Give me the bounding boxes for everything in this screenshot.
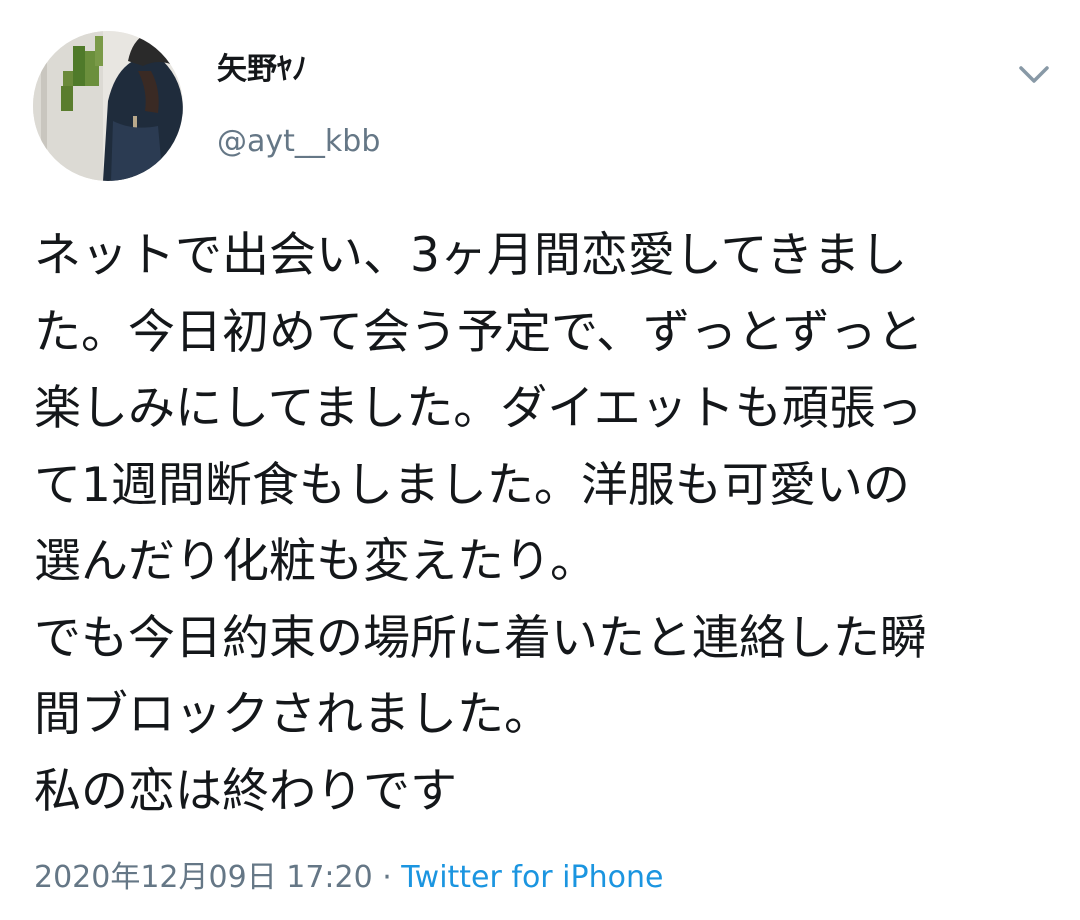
- tweet-text-line: て1週間断食もしました。洋服も可愛いの: [34, 457, 910, 513]
- avatar[interactable]: [33, 31, 183, 181]
- tweet-text-line: 選んだり化粧も変えたり。: [34, 534, 598, 589]
- tweet-text: ネットで出会い、3ヶ月間恋愛してきまし た。今日初めて会う予定で、ずっとずっと …: [34, 218, 1044, 830]
- tweet-timestamp[interactable]: 2020年12月09日 17:20: [34, 860, 373, 895]
- tweet-meta: 2020年12月09日 17:20 · Twitter for iPhone: [34, 858, 663, 898]
- tweet-text-line: 楽しみにしてました。ダイエットも頑張っ: [34, 381, 923, 436]
- chevron-down-icon[interactable]: [1012, 58, 1056, 94]
- tweet-text-line: た。今日初めて会う予定で、ずっとずっと: [34, 304, 924, 360]
- avatar-photo: [33, 31, 183, 181]
- meta-separator: ·: [372, 860, 402, 895]
- author-handle[interactable]: @ayt__kbb: [217, 122, 380, 162]
- tweet: 矢野ﾔﾉ @ayt__kbb ネットで出会い、3ヶ月間恋愛してきまし た。今日初…: [0, 0, 1080, 920]
- tweet-text-line: ネットで出会い、3ヶ月間恋愛してきまし: [34, 228, 908, 283]
- tweet-text-line: 間ブロックされました。: [34, 687, 551, 742]
- tweet-text-line: 私の恋は終わりです: [34, 763, 457, 819]
- tweet-text-line: でも今日約束の場所に着いたと連絡した瞬: [34, 610, 927, 666]
- author-display-name[interactable]: 矢野ﾔﾉ: [217, 50, 307, 90]
- tweet-source-link[interactable]: Twitter for iPhone: [401, 860, 663, 895]
